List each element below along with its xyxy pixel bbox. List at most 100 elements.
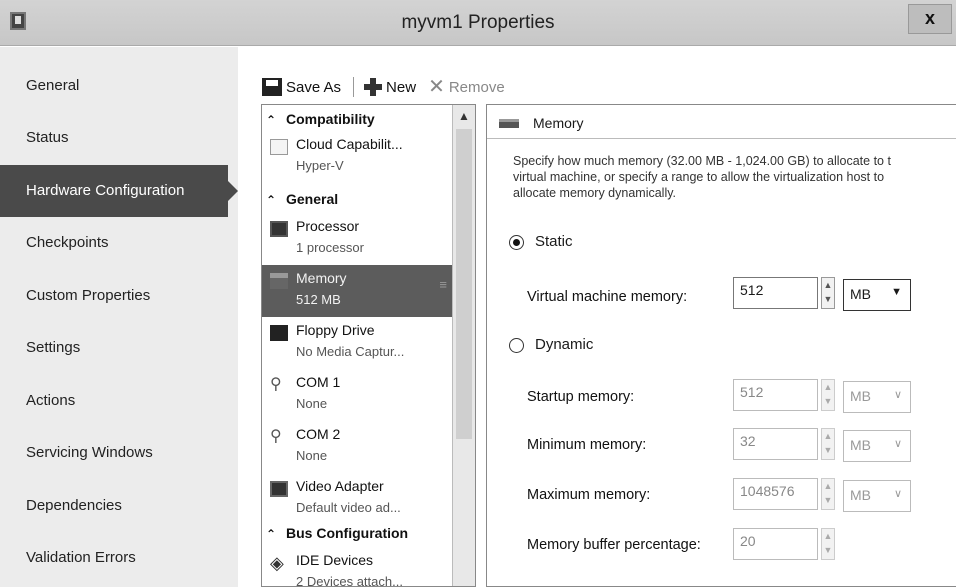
sidebar-item-custom-properties[interactable]: Custom Properties	[0, 270, 238, 322]
startup-memory-stepper[interactable]: ▲ ▼	[821, 379, 835, 411]
title-bar: myvm1 Properties x	[0, 0, 956, 46]
collapse-chevron-icon: ⌃	[266, 193, 277, 207]
tree-item-video-adapter[interactable]: Video Adapter Default video ad...	[262, 473, 453, 525]
sidebar-item-actions[interactable]: Actions	[0, 375, 238, 427]
tree-item-title: COM 1	[296, 374, 341, 390]
tree-item-subtitle: Hyper-V	[296, 158, 344, 173]
com-port-icon: ⚲	[270, 428, 282, 445]
unit-value: MB	[850, 437, 871, 453]
hardware-tree: ⌃ Compatibility Cloud Capabilit... Hyper-…	[261, 104, 476, 587]
static-label: Static	[535, 233, 573, 250]
sidebar-item-checkpoints[interactable]: Checkpoints	[0, 217, 238, 269]
floppy-icon	[270, 325, 288, 341]
startup-memory-label: Startup memory:	[527, 389, 635, 405]
unit-value: MB	[850, 487, 871, 503]
sidebar-item-validation-errors[interactable]: Validation Errors	[0, 532, 238, 584]
tree-item-title: Video Adapter	[296, 478, 384, 494]
section-bus-configuration[interactable]: ⌃ Bus Configuration	[266, 525, 408, 541]
sidebar-item-settings[interactable]: Settings	[0, 322, 238, 374]
panel-title: Memory	[533, 115, 584, 131]
collapse-chevron-icon: ⌃	[266, 113, 277, 127]
tree-item-com1[interactable]: ⚲ COM 1 None	[262, 369, 453, 421]
maximum-memory-unit-select[interactable]: MB ∨	[843, 480, 911, 512]
startup-memory-input[interactable]: 512	[733, 379, 818, 411]
sidebar-item-dependencies[interactable]: Dependencies	[0, 480, 238, 532]
tree-item-com2[interactable]: ⚲ COM 2 None	[262, 421, 453, 473]
tree-item-floppy-drive[interactable]: Floppy Drive No Media Captur...	[262, 317, 453, 369]
tree-item-subtitle: Default video ad...	[296, 500, 401, 515]
memory-buffer-input[interactable]: 20	[733, 528, 818, 560]
sidebar-item-hardware-configuration[interactable]: Hardware Configuration	[0, 165, 238, 217]
startup-memory-unit-select[interactable]: MB ∨	[843, 381, 911, 413]
description-line: virtual machine, or specify a range to a…	[513, 170, 885, 184]
chevron-down-icon: ∨	[893, 389, 902, 401]
unit-value: MB	[850, 388, 871, 404]
new-label: New	[386, 78, 417, 96]
new-button[interactable]: New	[364, 78, 416, 96]
tree-item-title: COM 2	[296, 426, 341, 442]
tree-item-memory[interactable]: Memory 512 MB	[262, 265, 453, 317]
static-radio[interactable]	[509, 235, 524, 250]
tree-item-subtitle: No Media Captur...	[296, 344, 405, 359]
vm-memory-label: Virtual machine memory:	[527, 289, 688, 305]
tree-item-processor[interactable]: Processor 1 processor	[262, 213, 453, 265]
tree-item-ide-devices[interactable]: ◈ IDE Devices 2 Devices attach...	[262, 547, 453, 587]
sidebar-item-general[interactable]: General	[0, 60, 238, 112]
tree-item-subtitle: 512 MB	[296, 292, 341, 307]
maximum-memory-stepper[interactable]: ▲ ▼	[821, 478, 835, 510]
chevron-down-icon: ▼	[891, 286, 902, 298]
video-adapter-icon	[270, 481, 288, 497]
description-line: allocate memory dynamically.	[513, 186, 677, 200]
minimum-memory-stepper[interactable]: ▲ ▼	[821, 428, 835, 460]
remove-label: Remove	[448, 78, 505, 96]
sidebar-item-status[interactable]: Status	[0, 112, 238, 164]
sidebar-nav: General Status Hardware Configuration Ch…	[0, 47, 238, 587]
tree-item-subtitle: None	[296, 448, 328, 463]
sidebar-item-servicing-windows[interactable]: Servicing Windows	[0, 427, 238, 479]
section-compatibility[interactable]: ⌃ Compatibility	[266, 111, 375, 127]
tree-item-title: Memory	[296, 270, 347, 286]
minimum-memory-input[interactable]: 32	[733, 428, 818, 460]
toolbar-separator	[353, 77, 355, 97]
memory-description: Specify how much memory (32.00 MB - 1,02…	[513, 153, 953, 201]
maximum-memory-input[interactable]: 1048576	[733, 478, 818, 510]
save-as-button[interactable]: Save As	[262, 78, 341, 96]
minimum-memory-unit-select[interactable]: MB ∨	[843, 430, 911, 462]
remove-button[interactable]: ✕ Remove	[428, 77, 505, 97]
section-compatibility-label: Compatibility	[286, 111, 375, 127]
section-general-label: General	[286, 191, 339, 207]
section-general[interactable]: ⌃ General	[266, 191, 338, 207]
add-icon	[364, 78, 383, 96]
minimum-memory-label: Minimum memory:	[527, 437, 647, 453]
description-line: Specify how much memory (32.00 MB - 1,02…	[513, 154, 891, 168]
scroll-up-icon[interactable]: ▲	[453, 105, 475, 127]
unit-value: MB	[850, 286, 871, 302]
scrollbar-thumb[interactable]	[456, 129, 472, 439]
tree-item-title: Processor	[296, 218, 360, 234]
memory-icon	[499, 119, 519, 128]
tree-item-cloud-capability[interactable]: Cloud Capabilit... Hyper-V	[262, 131, 453, 183]
memory-buffer-stepper[interactable]: ▲ ▼	[821, 528, 835, 560]
memory-buffer-label: Memory buffer percentage:	[527, 537, 701, 553]
hardware-toolbar: Save As New ✕ Remove	[262, 74, 517, 100]
section-bus-label: Bus Configuration	[286, 525, 409, 541]
grip-icon: ≡	[439, 277, 447, 292]
memory-icon	[270, 273, 288, 289]
chevron-down-icon: ∨	[893, 488, 902, 500]
vm-memory-stepper[interactable]: ▲ ▼	[821, 277, 835, 309]
dynamic-label: Dynamic	[535, 336, 594, 353]
window-title: myvm1 Properties	[401, 12, 555, 33]
close-button[interactable]: x	[908, 4, 952, 34]
tree-item-subtitle: 2 Devices attach...	[296, 574, 403, 587]
vm-memory-input[interactable]: 512	[733, 277, 818, 309]
tree-scrollbar[interactable]: ▲	[452, 105, 475, 586]
save-as-label: Save As	[286, 78, 342, 96]
processor-icon	[270, 221, 288, 237]
collapse-chevron-icon: ⌃	[266, 527, 277, 541]
tree-item-subtitle: None	[296, 396, 328, 411]
ide-devices-icon: ◈	[270, 553, 284, 573]
vm-memory-unit-select[interactable]: MB ▼	[843, 279, 911, 311]
dynamic-radio[interactable]	[509, 338, 524, 353]
com-port-icon: ⚲	[270, 376, 282, 393]
chevron-down-icon: ∨	[893, 438, 902, 450]
